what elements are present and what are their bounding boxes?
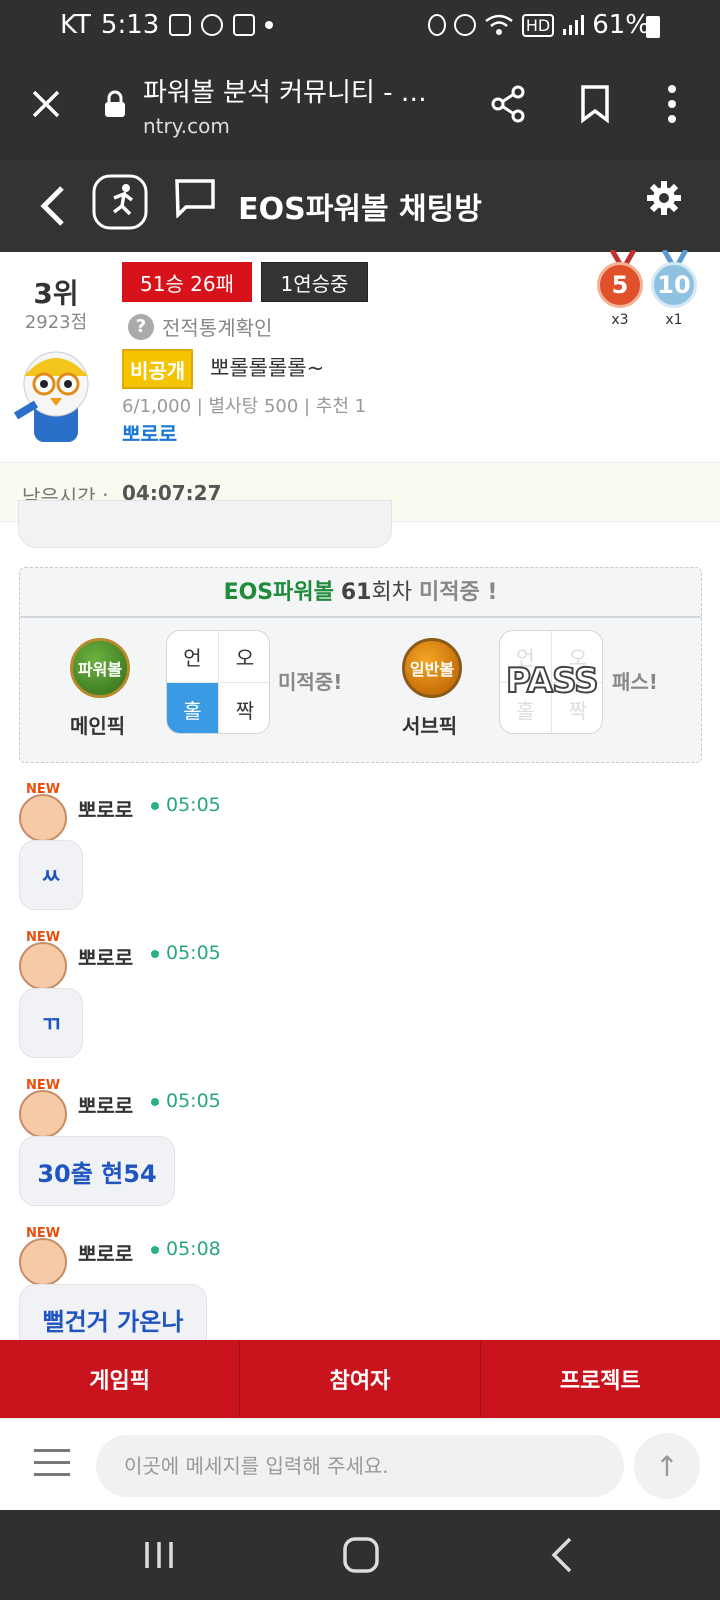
online-dot-icon (151, 802, 159, 810)
message-input[interactable] (96, 1435, 624, 1497)
bookmark-icon[interactable] (580, 84, 610, 124)
chat-time: 05:05 (166, 942, 221, 964)
user-avatar[interactable] (19, 794, 67, 842)
points: 2923점 (24, 312, 88, 333)
battery-percent: 61% (592, 10, 650, 40)
pick-cell-odd: 홀 (167, 683, 219, 733)
owner-link[interactable]: 뽀로로 (122, 418, 177, 447)
room-name: 뽀롤롤롤롤~ (210, 356, 325, 380)
more-vert-icon[interactable] (666, 84, 678, 124)
system-nav-bar (0, 1510, 720, 1600)
pick-cell-even: 짝 (235, 698, 255, 723)
pick-cell-over: 오 (219, 631, 269, 683)
online-dot-icon (151, 950, 159, 958)
round-suffix: 회차 (371, 580, 412, 605)
online-dot-icon (151, 1246, 159, 1254)
tab-participants[interactable]: 참여자 (240, 1340, 481, 1418)
chat-header: EOS파워볼 채팅방 (0, 160, 720, 252)
main-pick-label: 메인픽 (70, 714, 126, 738)
user-avatar[interactable] (19, 942, 67, 990)
tab-project[interactable]: 프로젝트 (481, 1340, 720, 1418)
online-dot-icon (151, 1098, 159, 1106)
medal-10-count: x1 (665, 312, 683, 328)
pick-result-card: EOS파워볼 61회차 미적중 ! 파워볼 메인픽 언 오 홀 짝 미적중! 일… (19, 567, 702, 763)
medal-5-count: x3 (611, 312, 629, 328)
owner-avatar (13, 351, 89, 442)
main-pick-result: 미적중! (278, 670, 343, 694)
page-url[interactable]: ntry.com (143, 114, 230, 138)
status-right: HD 61% (427, 10, 650, 40)
wifi-icon (485, 14, 513, 35)
rank: 3위 (33, 277, 79, 310)
game-name: EOS파워볼 (223, 580, 334, 605)
chat-username[interactable]: 뽀로로 (78, 794, 133, 823)
tab-game-pick[interactable]: 게임픽 (0, 1340, 241, 1418)
kakaotalk-notification-icon (201, 14, 224, 36)
bottom-tabs: 게임픽 참여자 프로젝트 (0, 1340, 720, 1418)
private-badge: 비공개 (122, 349, 194, 389)
recent-apps-icon[interactable] (142, 1538, 176, 1572)
medal-5: 5 (597, 262, 643, 308)
sub-pick-result: 패스! (612, 670, 658, 694)
room-stats: 6/1,000 | 별사탕 500 | 추천 1 (122, 396, 367, 417)
share-icon[interactable] (488, 84, 528, 124)
lock-icon[interactable] (104, 90, 126, 118)
user-avatar[interactable] (19, 1090, 67, 1138)
chat-time: 05:05 (166, 794, 221, 816)
chat-time: 05:05 (166, 1090, 221, 1112)
chat-username[interactable]: 뽀로로 (78, 1238, 133, 1267)
main-pick-grid: 언 오 홀 짝 (166, 630, 270, 734)
settings-gear-icon[interactable] (646, 180, 682, 216)
carrier-label: KT (60, 10, 91, 40)
round-number: 61 (340, 580, 372, 605)
clock: 5:13 (100, 10, 160, 40)
page-title[interactable]: 파워볼 분석 커뮤니티 - … (143, 72, 443, 109)
status-left: KT 5:13 (60, 10, 274, 40)
send-button[interactable]: ↑ (634, 1433, 700, 1499)
chat-room-title: EOS파워볼 채팅방 (238, 192, 482, 227)
chat-username[interactable]: 뽀로로 (78, 1090, 133, 1119)
user-avatar[interactable] (19, 1238, 67, 1286)
message-composer: ↑ (0, 1418, 720, 1510)
sub-pick-grid: 언 오 홀 짝 PASS (499, 630, 603, 734)
home-icon[interactable] (342, 1536, 380, 1574)
normal-ball-icon: 일반볼 (402, 638, 462, 698)
menu-icon[interactable] (34, 1449, 70, 1477)
battery-icon (646, 16, 660, 38)
signal-icon (563, 15, 585, 35)
chat-username[interactable]: 뽀로로 (78, 942, 133, 971)
chat-time: 05:08 (166, 1238, 221, 1260)
more-notifications-icon (265, 21, 274, 29)
pick-result-header: EOS파워볼 61회차 미적중 ! (20, 568, 701, 618)
room-profile: 3위 2923점 51승 26패 1연승중 ? 전적통계확인 5 x3 10 x… (0, 250, 720, 462)
voicemail-notification-icon (233, 14, 256, 36)
alarm-icon (453, 14, 476, 36)
close-icon[interactable] (30, 88, 62, 120)
previous-message-bubble (18, 500, 392, 548)
pick-status: 미적중 ! (418, 580, 498, 605)
hd-voice-icon: HD (521, 13, 555, 37)
pass-stamp: PASS (505, 660, 600, 702)
gallery-notification-icon (169, 14, 192, 36)
browser-toolbar: 파워볼 분석 커뮤니티 - … ntry.com (0, 52, 720, 160)
status-bar: KT 5:13 HD 61% (0, 0, 720, 52)
help-icon[interactable]: ? (128, 314, 154, 340)
chat-message-bubble: ㅆ (19, 840, 83, 910)
sub-pick-label: 서브픽 (402, 714, 458, 738)
pick-cell-under: 언 (167, 631, 219, 683)
powerball-icon: 파워볼 (70, 638, 130, 698)
chat-message-bubble: ㄲ (19, 988, 83, 1058)
streak-badge: 1연승중 (261, 262, 368, 302)
chat-message-bubble: 30출 현54 (19, 1136, 175, 1206)
nav-back-icon[interactable] (550, 1536, 574, 1574)
stats-link[interactable]: 전적통계확인 (162, 312, 272, 341)
record-badge: 51승 26패 (122, 262, 252, 302)
medal-10: 10 (651, 262, 697, 308)
battery-saver-icon (427, 14, 446, 36)
